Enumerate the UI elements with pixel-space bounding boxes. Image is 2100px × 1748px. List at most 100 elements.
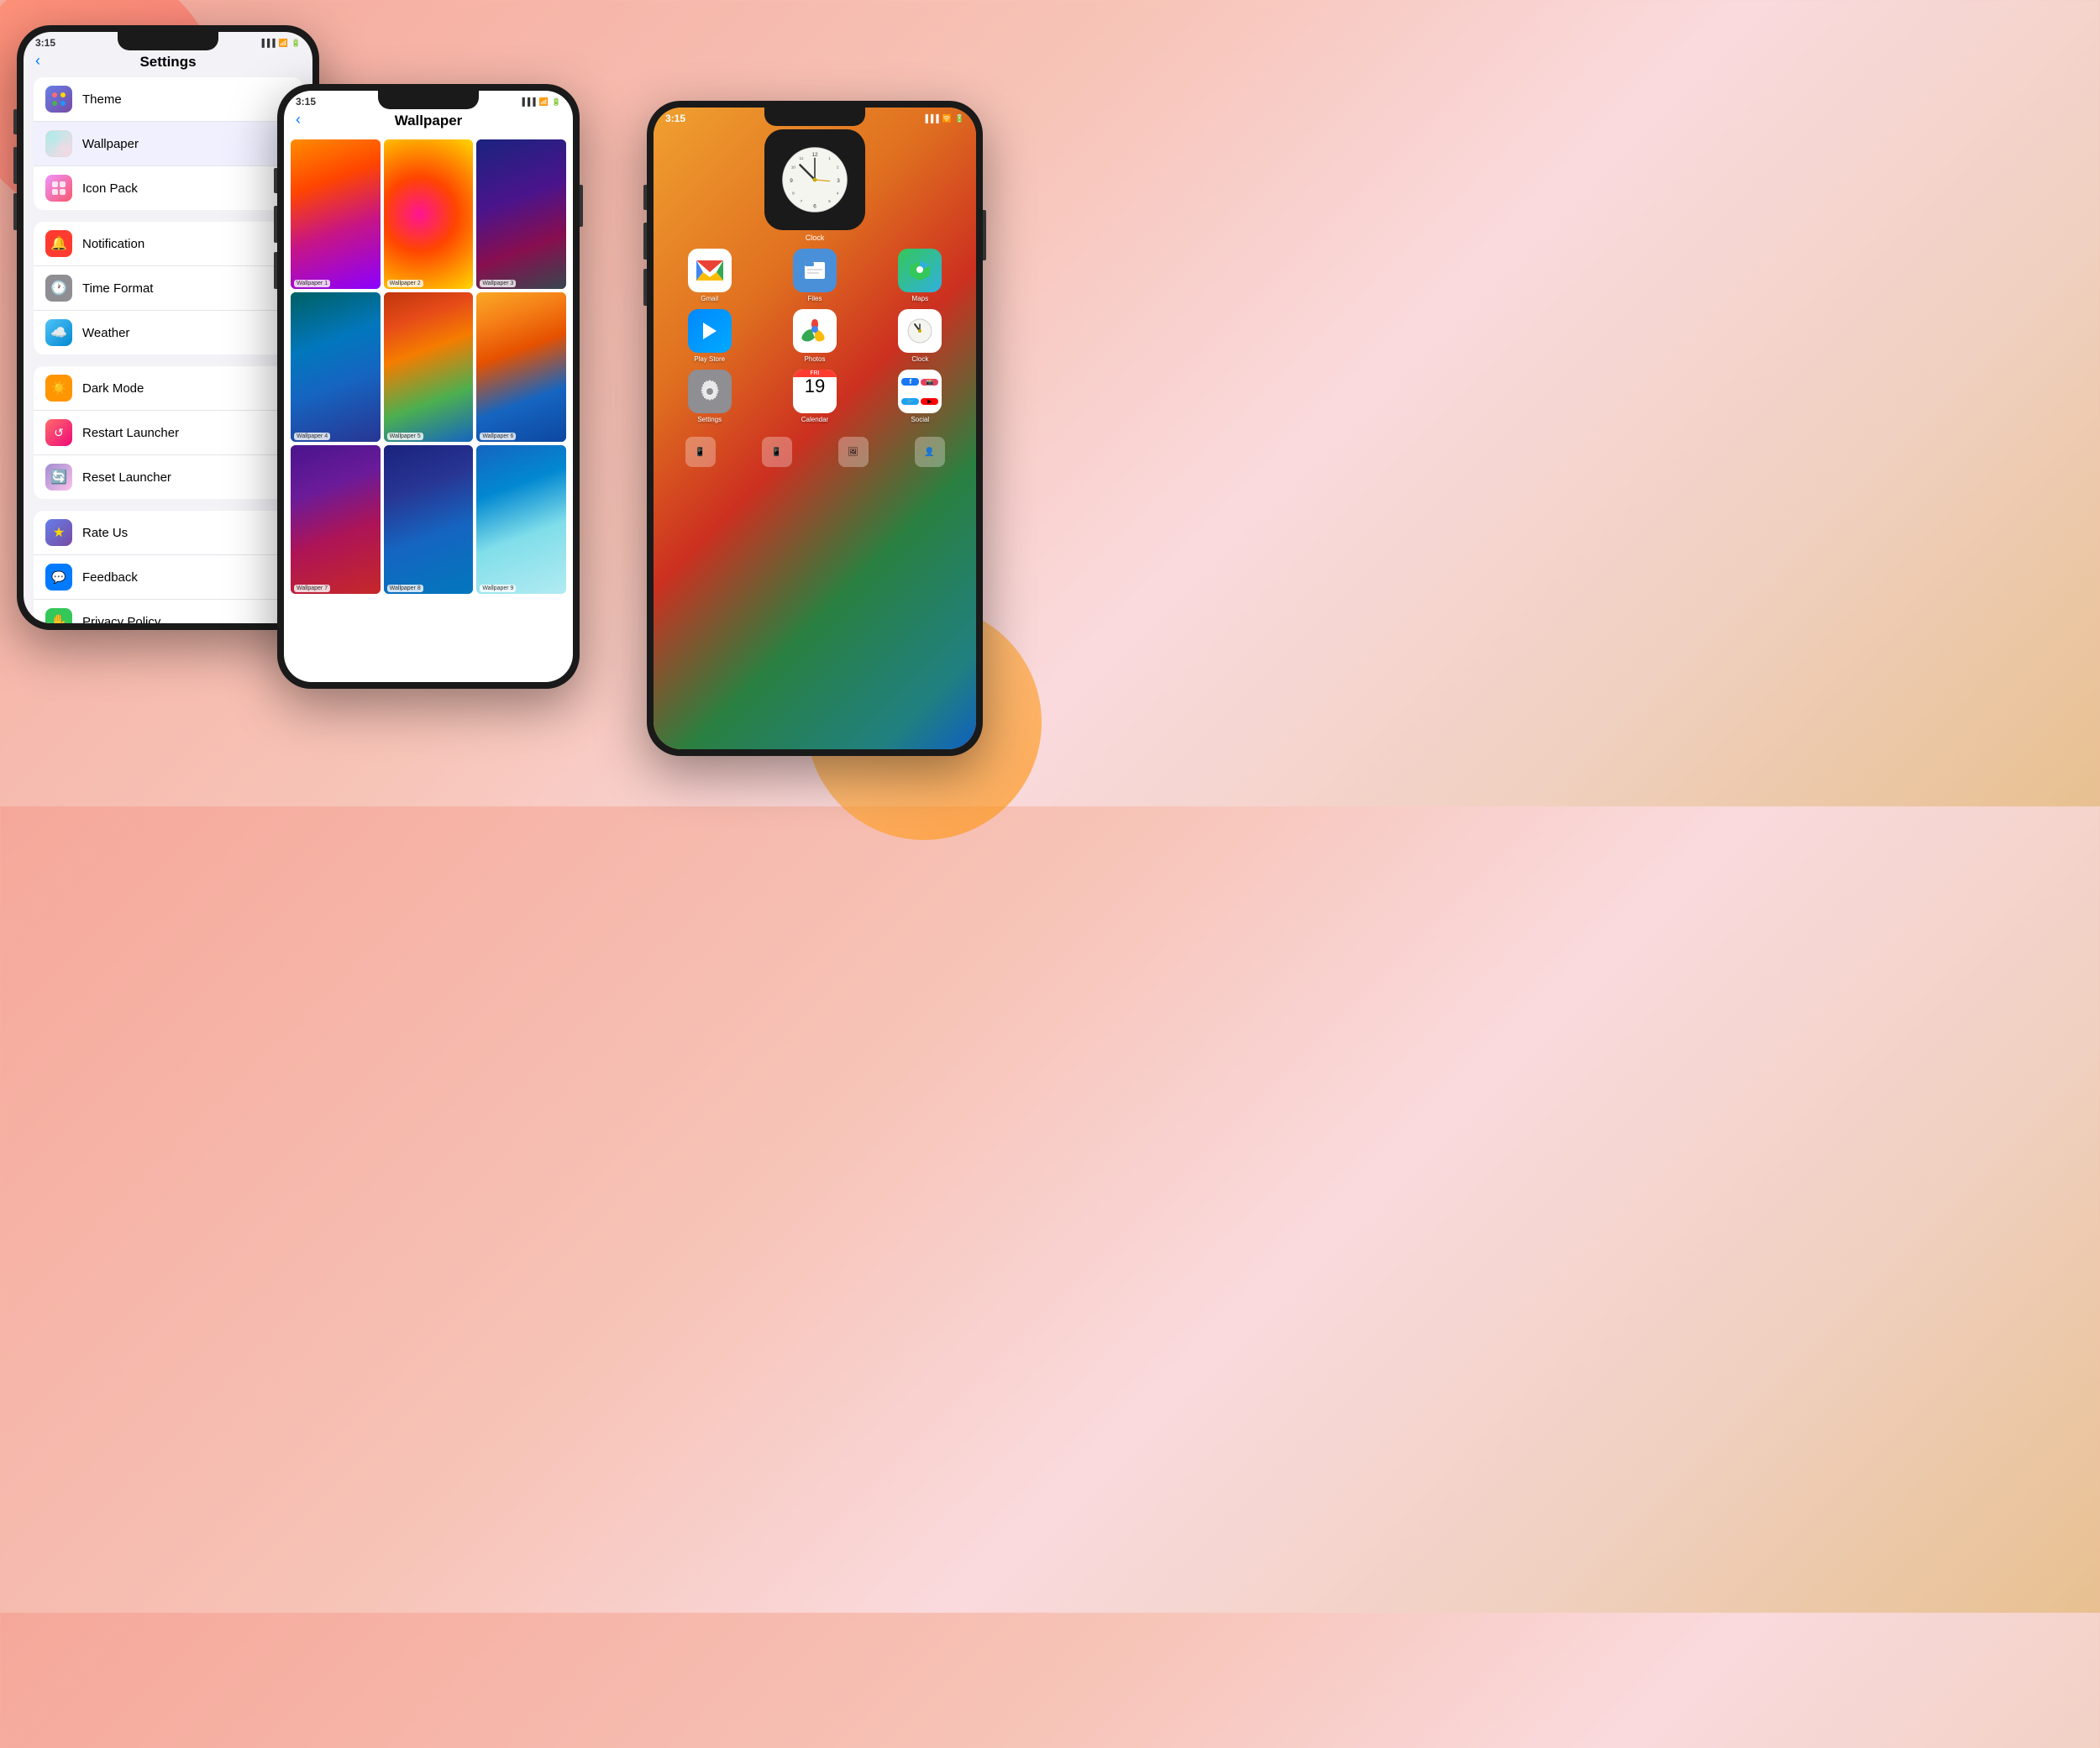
photos-icon [793, 309, 837, 353]
clock-face-svg: 12 3 6 9 1 2 4 5 7 8 10 11 [781, 146, 848, 213]
dock-icon-2[interactable]: 📱 [762, 437, 792, 467]
darkmode-icon: ☀️ [45, 375, 72, 402]
wallpaper-back-button[interactable]: ‹ [296, 111, 301, 129]
wallpaper-label-4: Wallpaper 4 [294, 433, 330, 440]
svg-text:2: 2 [837, 165, 839, 170]
wallpaper-item-2[interactable]: Wallpaper 2 [384, 139, 474, 289]
settings-group-support: ★ Rate Us 💬 Feedback ✋ Privacy Policy [34, 511, 302, 623]
svg-text:6: 6 [813, 204, 816, 210]
svg-text:7: 7 [801, 199, 803, 204]
volume-up-button [13, 147, 17, 184]
wallpaper-item-5[interactable]: Wallpaper 5 [384, 292, 474, 442]
theme-label: Theme [82, 92, 122, 107]
settings-item-notification[interactable]: 🔔 Notification [34, 222, 302, 266]
wallpaper-item-9[interactable]: Wallpaper 9 [476, 445, 566, 595]
app-item-social[interactable]: f 📸 🐦 ▶ Social [871, 370, 969, 423]
settings-item-privacy[interactable]: ✋ Privacy Policy [34, 600, 302, 623]
settings-group-system: 🔔 Notification 🕐 Time Format ☁️ Weather [34, 222, 302, 354]
bottom-dock: 📱 📱 🖼 👤 [654, 432, 976, 472]
maps-label: Maps [912, 295, 929, 302]
maps-icon [898, 249, 942, 292]
status-icons: ▐▐▐ 📶 🔋 [259, 39, 301, 48]
timeformat-label: Time Format [82, 281, 153, 296]
svg-text:5: 5 [828, 199, 831, 204]
rateus-icon: ★ [45, 519, 72, 546]
playstore-icon [688, 309, 732, 353]
weather-icon: ☁️ [45, 319, 72, 346]
wallpaper-item-1[interactable]: Wallpaper 1 [291, 139, 381, 289]
voldn-button-wp [274, 252, 277, 289]
settings-item-weather[interactable]: ☁️ Weather [34, 311, 302, 354]
app-item-maps[interactable]: Maps [871, 249, 969, 302]
phone-settings: 3:15 ▐▐▐ 📶 🔋 ‹ Settings Theme [17, 25, 319, 630]
photos-label: Photos [805, 355, 826, 363]
dock-icon-4[interactable]: 👤 [915, 437, 945, 467]
weather-label: Weather [82, 326, 129, 340]
silent-button-home [643, 185, 647, 210]
wallpaper-label-3: Wallpaper 3 [480, 280, 516, 287]
voldn-button-home [643, 269, 647, 306]
gmail-icon [688, 249, 732, 292]
dock-icon-1[interactable]: 📱 [685, 437, 716, 467]
wifi-icon: 📶 [279, 39, 288, 48]
wallpaper-item-4[interactable]: Wallpaper 4 [291, 292, 381, 442]
wallpaper-label-5: Wallpaper 5 [387, 433, 423, 440]
settings-item-darkmode[interactable]: ☀️ Dark Mode [34, 366, 302, 411]
volume-down-button [13, 193, 17, 230]
volume-silent-button [13, 109, 17, 134]
social-icon: f 📸 🐦 ▶ [898, 370, 942, 413]
settings-list: Theme Wallpaper Icon Pack [24, 77, 312, 623]
gmail-label: Gmail [701, 295, 718, 302]
clockapp-label: Clock [911, 355, 928, 363]
app-item-gmail[interactable]: Gmail [660, 249, 759, 302]
wallpaper-item-3[interactable]: Wallpaper 3 [476, 139, 566, 289]
files-icon [793, 249, 837, 292]
notch-wp [378, 91, 479, 109]
silent-button-wp [274, 168, 277, 193]
settings-item-timeformat[interactable]: 🕐 Time Format [34, 266, 302, 311]
app-grid-row2: Play Store Photos [654, 309, 976, 363]
rateus-label: Rate Us [82, 526, 128, 540]
settings-back-button[interactable]: ‹ [35, 52, 40, 70]
dock-icon-3[interactable]: 🖼 [838, 437, 869, 467]
phone-homescreen-screen: 3:15 ▐▐▐ 🛜 🔋 12 3 6 9 1 2 [654, 108, 976, 749]
privacy-icon: ✋ [45, 608, 72, 623]
wallpaper-item-7[interactable]: Wallpaper 7 [291, 445, 381, 595]
home-wifi-icon: 🛜 [942, 114, 952, 123]
reset-label: Reset Launcher [82, 470, 171, 485]
settings-item-feedback[interactable]: 💬 Feedback [34, 555, 302, 600]
settings-item-wallpaper[interactable]: Wallpaper [34, 122, 302, 166]
app-item-playstore[interactable]: Play Store [660, 309, 759, 363]
settings-item-rateus[interactable]: ★ Rate Us [34, 511, 302, 555]
settings-item-restart[interactable]: ↺ Restart Launcher [34, 411, 302, 455]
settings-app-icon [688, 370, 732, 413]
svg-text:1: 1 [828, 156, 831, 161]
app-item-calendar[interactable]: FRI 19 Calendar [765, 370, 864, 423]
app-grid-row3: Settings FRI 19 Calendar f 📸 🐦 ▶ [654, 370, 976, 423]
home-battery-icon: 🔋 [955, 114, 964, 123]
settings-item-iconpack[interactable]: Icon Pack [34, 166, 302, 210]
notification-icon: 🔔 [45, 230, 72, 257]
wallpaper-item-6[interactable]: Wallpaper 6 [476, 292, 566, 442]
app-item-settings[interactable]: Settings [660, 370, 759, 423]
app-item-files[interactable]: Files [765, 249, 864, 302]
clock-widget-container: 12 3 6 9 1 2 4 5 7 8 10 11 [654, 129, 976, 247]
settings-item-theme[interactable]: Theme [34, 77, 302, 122]
app-item-clockapp[interactable]: Clock [871, 309, 969, 363]
darkmode-label: Dark Mode [82, 381, 144, 396]
settings-group-launcher: ☀️ Dark Mode ↺ Restart Launcher 🔄 Reset … [34, 366, 302, 499]
svg-text:10: 10 [791, 165, 796, 170]
settings-item-reset[interactable]: 🔄 Reset Launcher [34, 455, 302, 499]
app-item-photos[interactable]: Photos [765, 309, 864, 363]
app-grid-row1: Gmail Files Maps [654, 249, 976, 302]
playstore-label: Play Store [694, 355, 725, 363]
settings-title: Settings [37, 54, 299, 71]
wallpaper-label-6: Wallpaper 6 [480, 433, 516, 440]
wallpaper-label-8: Wallpaper 8 [387, 585, 423, 592]
wallpaper-item-8[interactable]: Wallpaper 8 [384, 445, 474, 595]
calendar-day: 19 [793, 377, 837, 396]
clockapp-icon [898, 309, 942, 353]
volup-button-wp [274, 206, 277, 243]
notch [118, 32, 218, 50]
phone-settings-screen: 3:15 ▐▐▐ 📶 🔋 ‹ Settings Theme [24, 32, 312, 623]
